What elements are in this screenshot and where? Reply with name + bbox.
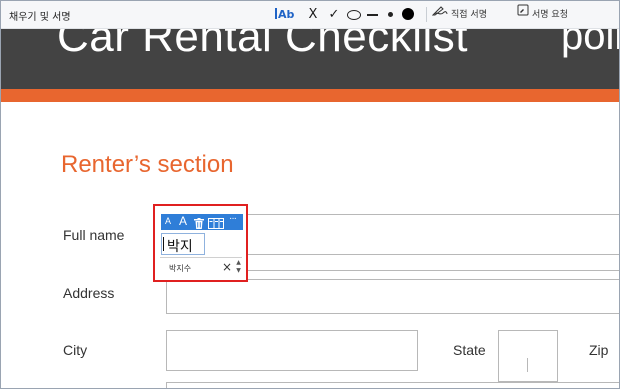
chevron-up-icon[interactable]: ▲ (235, 259, 242, 267)
fill-sign-toolbar: 채우기 및 서명 Ab X ✓ 직접 서명 서명 요청 (1, 1, 619, 29)
self-sign-label: 직접 서명 (451, 10, 487, 20)
address-field[interactable] (166, 279, 619, 314)
zip-label: Zip (589, 342, 609, 358)
suggestion-scroll-control[interactable]: ▲ ▼ (235, 259, 242, 275)
full-name-label: Full name (63, 227, 125, 243)
orange-divider (1, 89, 619, 102)
text-annotation-popup: A A ··· 박지 박지수 × ▲ ▼ (153, 204, 248, 282)
city-label: City (63, 342, 88, 358)
large-dot-icon (402, 8, 414, 20)
text-tool-label: Ab (278, 8, 295, 21)
app-window: 채우기 및 서명 Ab X ✓ 직접 서명 서명 요청 Car Rental C… (0, 0, 620, 389)
address-label: Address (63, 285, 115, 301)
check-mark-tool[interactable]: ✓ (327, 4, 341, 25)
add-text-tool[interactable]: Ab (275, 4, 297, 25)
autocomplete-dropdown: 박지수 × ▲ ▼ (160, 257, 242, 279)
annotation-text-value: 박지 (167, 239, 193, 255)
toolbar-title: 채우기 및 서명 (9, 12, 71, 23)
text-cursor-icon (275, 8, 277, 19)
self-sign-button[interactable]: 직접 서명 (431, 4, 487, 25)
state-field[interactable] (498, 330, 558, 382)
banner-right-text: poli (561, 29, 619, 58)
request-signature-icon (517, 4, 529, 25)
document-title: Car Rental Checklist (57, 29, 469, 61)
line-tool[interactable] (367, 4, 381, 25)
state-field-divider (527, 358, 528, 372)
more-options-icon[interactable]: ··· (229, 213, 237, 224)
ellipse-icon (347, 10, 361, 20)
pen-sign-icon (431, 4, 448, 25)
annotation-toolbar: A A ··· (161, 213, 243, 230)
comb-field-icon[interactable] (208, 216, 224, 234)
autocomplete-suggestion[interactable]: 박지수 (169, 263, 191, 274)
text-caret (163, 237, 164, 251)
document-banner: Car Rental Checklist poli (1, 29, 619, 89)
decrease-font-button[interactable]: A (165, 216, 171, 226)
city-field[interactable] (166, 330, 418, 371)
small-dot-tool[interactable] (386, 4, 396, 25)
chevron-down-icon[interactable]: ▼ (235, 267, 242, 275)
delete-icon[interactable] (194, 216, 204, 234)
cross-mark-tool[interactable]: X (306, 4, 320, 25)
close-suggestion-icon[interactable]: × (222, 260, 232, 274)
section-title: Renter’s section (61, 151, 234, 178)
state-label: State (453, 342, 486, 358)
large-dot-tool[interactable] (402, 4, 416, 25)
line-icon (367, 14, 378, 16)
request-signature-button[interactable]: 서명 요청 (517, 4, 568, 25)
increase-font-button[interactable]: A (179, 214, 187, 228)
toolbar-divider (426, 7, 427, 22)
annotation-text-field[interactable]: 박지 (161, 233, 205, 255)
small-dot-icon (388, 12, 393, 17)
ellipse-tool[interactable] (347, 4, 361, 25)
next-row-field[interactable] (166, 382, 619, 388)
request-signature-label: 서명 요청 (532, 10, 568, 20)
